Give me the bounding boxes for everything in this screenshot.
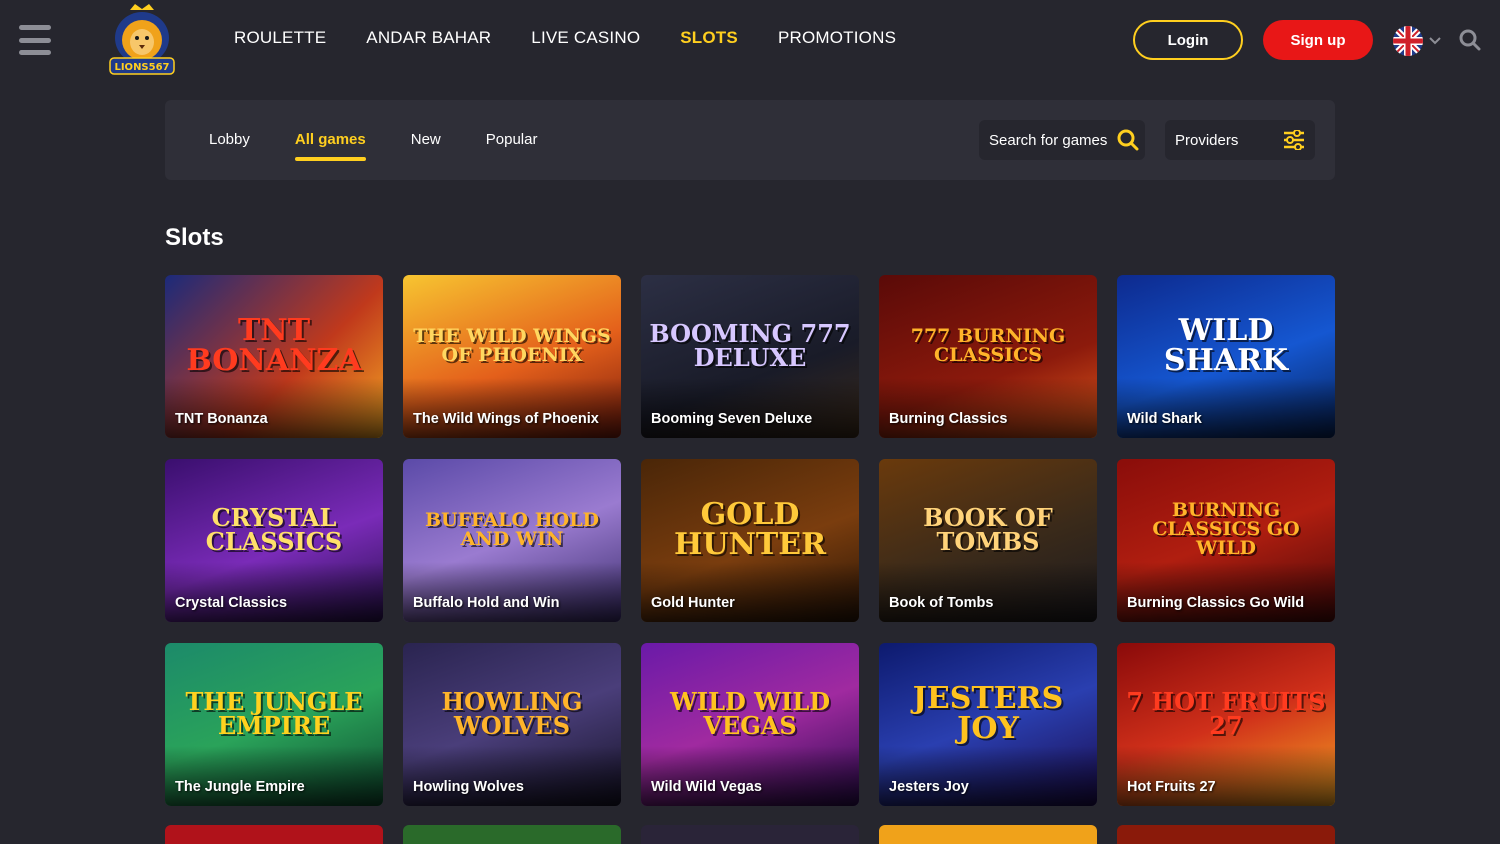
- tab-new[interactable]: New: [411, 131, 441, 148]
- game-card[interactable]: WILD WILD VEGAS Wild Wild Vegas: [641, 643, 859, 806]
- game-card[interactable]: WILD SHARK Wild Shark: [1117, 275, 1335, 438]
- search-icon[interactable]: [1459, 29, 1481, 51]
- game-title: Burning Classics: [889, 411, 1008, 427]
- game-card[interactable]: 7 HOT FRUITS 27 Hot Fruits 27: [1117, 643, 1335, 806]
- card-shade: [1117, 746, 1335, 806]
- card-shade: [165, 378, 383, 438]
- chevron-down-icon: [1429, 37, 1441, 45]
- category-tabs: Lobby All games New Popular: [209, 131, 538, 161]
- game-art-title: GOLD HUNTER: [673, 496, 827, 562]
- game-card[interactable]: BURNING CLASSICS GO WILD Burning Classics…: [1117, 459, 1335, 622]
- game-art-title: THE WILD WINGS OF PHOENIX: [413, 324, 611, 366]
- games-grid: TNT BONANZA TNT Bonanza THE WILD WINGS OF …: [165, 275, 1335, 806]
- game-card[interactable]: JESTERS JOY Jesters Joy: [879, 643, 1097, 806]
- game-title: The Wild Wings of Phoenix: [413, 411, 599, 427]
- nav-live-casino[interactable]: LIVE CASINO: [531, 28, 640, 48]
- menu-icon[interactable]: [19, 25, 51, 55]
- game-card[interactable]: BOOK OF TOMBS Book of Tombs: [879, 459, 1097, 622]
- tab-lobby[interactable]: Lobby: [209, 131, 250, 148]
- card-shade: [165, 562, 383, 622]
- game-title: Wild Wild Vegas: [651, 779, 762, 795]
- game-art-title: JESTERS JOY: [912, 680, 1064, 746]
- signup-button[interactable]: Sign up: [1263, 20, 1373, 60]
- game-art-title: TNT BONANZA: [186, 312, 362, 378]
- game-card[interactable]: HOWLING WOLVES Howling Wolves: [403, 643, 621, 806]
- card-shade: [879, 378, 1097, 438]
- game-title: Howling Wolves: [413, 779, 524, 795]
- card-shade: [403, 378, 621, 438]
- top-header: LIONS567 ROULETTE ANDAR BAHAR LIVE CASIN…: [0, 0, 1500, 80]
- game-search-button[interactable]: Search for games: [979, 120, 1145, 160]
- section-title: Slots: [165, 224, 224, 251]
- main-nav: ROULETTE ANDAR BAHAR LIVE CASINO SLOTS P…: [234, 28, 896, 48]
- game-card-partial[interactable]: [1117, 825, 1335, 844]
- game-title: Crystal Classics: [175, 595, 288, 611]
- game-art-title: BUFFALO HOLD AND WIN: [424, 508, 600, 550]
- game-card[interactable]: 777 BURNING CLASSICS Burning Classics: [879, 275, 1097, 438]
- logo-text: LIONS567: [114, 62, 169, 73]
- providers-filter-button[interactable]: Providers: [1165, 120, 1315, 160]
- game-card[interactable]: CRYSTAL CLASSICS Crystal Classics: [165, 459, 383, 622]
- card-shade: [1117, 378, 1335, 438]
- game-title: Book of Tombs: [889, 595, 994, 611]
- game-card[interactable]: BUFFALO HOLD AND WIN Buffalo Hold and Win: [403, 459, 621, 622]
- card-shade: [879, 562, 1097, 622]
- game-title: Booming Seven Deluxe: [651, 411, 813, 427]
- game-art-title: BURNING CLASSICS GO WILD: [1152, 499, 1300, 559]
- card-shade: [641, 378, 859, 438]
- game-card[interactable]: GOLD HUNTER Gold Hunter: [641, 459, 859, 622]
- language-selector[interactable]: [1393, 26, 1441, 56]
- search-icon: [1117, 129, 1139, 151]
- nav-andar-bahar[interactable]: ANDAR BAHAR: [366, 28, 491, 48]
- game-card[interactable]: BOOMING 777 DELUXE Booming Seven Deluxe: [641, 275, 859, 438]
- game-title: The Jungle Empire: [175, 779, 305, 795]
- game-art-title: BOOK OF TOMBS: [923, 502, 1053, 556]
- games-filter-bar: Lobby All games New Popular Search for g…: [165, 100, 1335, 180]
- providers-label: Providers: [1175, 131, 1239, 149]
- game-card-partial[interactable]: [879, 825, 1097, 844]
- game-art-title: THE JUNGLE EMPIRE: [185, 686, 363, 740]
- tab-all-games[interactable]: All games: [294, 131, 366, 161]
- game-title: Hot Fruits 27: [1127, 779, 1216, 795]
- card-shade: [641, 746, 859, 806]
- game-art-title: WILD SHARK: [1163, 312, 1289, 378]
- game-title: Jesters Joy: [889, 779, 969, 795]
- card-shade: [165, 746, 383, 806]
- uk-flag-icon: [1393, 26, 1423, 56]
- nav-promotions[interactable]: PROMOTIONS: [778, 28, 896, 48]
- game-art-title: BOOMING 777 DELUXE: [649, 318, 851, 372]
- card-shade: [641, 562, 859, 622]
- game-title: Gold Hunter: [651, 595, 735, 611]
- game-card-partial[interactable]: [165, 825, 383, 844]
- card-shade: [1117, 562, 1335, 622]
- game-art-title: 7 HOT FRUITS 27: [1126, 686, 1326, 740]
- game-card-partial[interactable]: [641, 825, 859, 844]
- game-art-title: WILD WILD VEGAS: [669, 686, 831, 740]
- game-art-title: HOWLING WOLVES: [441, 686, 583, 740]
- game-card[interactable]: TNT BONANZA TNT Bonanza: [165, 275, 383, 438]
- game-card-partial[interactable]: [403, 825, 621, 844]
- login-button[interactable]: Login: [1133, 20, 1243, 60]
- game-title: Buffalo Hold and Win: [413, 595, 560, 611]
- filter-sliders-icon: [1284, 130, 1304, 150]
- game-title: Burning Classics Go Wild: [1127, 595, 1305, 611]
- game-title: TNT Bonanza: [175, 411, 268, 427]
- game-search-label: Search for games: [989, 131, 1108, 149]
- card-shade: [403, 562, 621, 622]
- nav-roulette[interactable]: ROULETTE: [234, 28, 326, 48]
- card-shade: [403, 746, 621, 806]
- nav-slots[interactable]: SLOTS: [680, 28, 738, 48]
- tab-popular[interactable]: Popular: [486, 131, 538, 148]
- game-art-title: 777 BURNING CLASSICS: [910, 324, 1066, 366]
- game-card[interactable]: THE JUNGLE EMPIRE The Jungle Empire: [165, 643, 383, 806]
- game-title: Wild Shark: [1127, 411, 1202, 427]
- site-logo[interactable]: LIONS567: [108, 4, 176, 78]
- card-shade: [879, 746, 1097, 806]
- game-art-title: CRYSTAL CLASSICS: [205, 502, 343, 556]
- game-card[interactable]: THE WILD WINGS OF PHOENIX The Wild Wings …: [403, 275, 621, 438]
